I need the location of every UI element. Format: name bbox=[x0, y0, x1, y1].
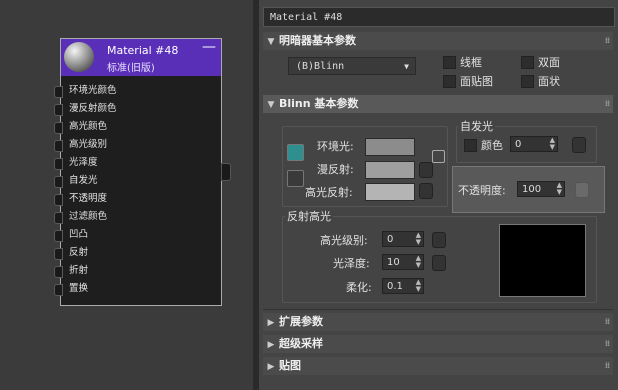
chevron-down-icon: ▼ bbox=[404, 62, 409, 71]
drag-grip-icon[interactable]: ⁞⁞ bbox=[605, 357, 610, 375]
node-slot-list: 环境光颜色 漫反射颜色 高光颜色 高光级别 光泽度 自发光 不透明度 过滤颜色 凹凸 反射 折射 置换 bbox=[54, 82, 221, 298]
diffuse-label: 漫反射: bbox=[317, 163, 354, 176]
opacity-value: 100 bbox=[522, 184, 542, 195]
self-illum-color-checkbox[interactable] bbox=[464, 139, 477, 152]
node-slot[interactable]: 光泽度 bbox=[54, 154, 221, 172]
faceted-label: 面状 bbox=[538, 75, 560, 88]
node-slot[interactable]: 凹凸 bbox=[54, 226, 221, 244]
node-slot[interactable]: 不透明度 bbox=[54, 190, 221, 208]
node-header[interactable]: Material #48 标准(旧版) — bbox=[61, 39, 221, 76]
spinner-arrows-icon[interactable]: ▲ ▼ bbox=[416, 255, 421, 269]
node-slot[interactable]: 反射 bbox=[54, 244, 221, 262]
spinner-arrows-icon[interactable]: ▲ ▼ bbox=[557, 182, 562, 196]
shader-type-select[interactable]: (B)Blinn ▼ bbox=[288, 57, 416, 75]
highlight-curve-graph bbox=[499, 224, 586, 297]
node-slot[interactable]: 高光颜色 bbox=[54, 118, 221, 136]
soften-spinner[interactable]: 0.1 ▲ ▼ bbox=[382, 278, 424, 294]
faceted-checkbox[interactable] bbox=[521, 75, 534, 88]
self-illum-color-label: 颜色 bbox=[481, 139, 503, 152]
node-slot[interactable]: 自发光 bbox=[54, 172, 221, 190]
divider bbox=[263, 309, 613, 310]
face-map-checkbox[interactable] bbox=[443, 75, 456, 88]
two-sided-checkbox[interactable] bbox=[521, 56, 534, 69]
rollout-extended[interactable]: ▶ 扩展参数 ⁞⁞ bbox=[263, 313, 613, 331]
collapse-arrow-icon: ▼ bbox=[267, 37, 275, 47]
specular-highlights-title: 反射高光 bbox=[285, 208, 333, 224]
drag-grip-icon[interactable]: ⁞⁞ bbox=[605, 313, 610, 331]
spinner-arrows-icon[interactable]: ▲ ▼ bbox=[416, 279, 421, 293]
node-slot[interactable]: 漫反射颜色 bbox=[54, 100, 221, 118]
rollout-supersampling[interactable]: ▶ 超级采样 ⁞⁞ bbox=[263, 335, 613, 353]
spec-level-spinner[interactable]: 0 ▲ ▼ bbox=[382, 231, 424, 247]
node-slot[interactable]: 高光级别 bbox=[54, 136, 221, 154]
spec-level-map-button[interactable] bbox=[432, 232, 446, 248]
spec-level-value: 0 bbox=[387, 234, 394, 245]
rollout-maps[interactable]: ▶ 贴图 ⁞⁞ bbox=[263, 357, 613, 375]
face-map-label: 面贴图 bbox=[460, 75, 493, 88]
diffuse-map-button[interactable] bbox=[419, 162, 433, 178]
node-title: Material #48 bbox=[107, 44, 179, 57]
diffuse-color-swatch[interactable] bbox=[365, 161, 415, 179]
expand-arrow-icon: ▶ bbox=[267, 318, 275, 328]
drag-grip-icon[interactable]: ⁞⁞ bbox=[605, 335, 610, 353]
rollout-label: Blinn 基本参数 bbox=[279, 97, 359, 110]
wire-label: 线框 bbox=[460, 56, 482, 69]
opacity-label: 不透明度: bbox=[458, 184, 506, 197]
node-slot[interactable]: 环境光颜色 bbox=[54, 82, 221, 100]
self-illumination-title: 自发光 bbox=[458, 118, 495, 134]
spinner-arrows-icon[interactable]: ▲ ▼ bbox=[416, 232, 421, 246]
specular-map-button[interactable] bbox=[419, 183, 433, 199]
node-slot[interactable]: 折射 bbox=[54, 262, 221, 280]
shader-type-value: (B)Blinn bbox=[296, 61, 345, 72]
lock-icon[interactable] bbox=[432, 150, 445, 163]
ambient-label: 环境光: bbox=[317, 140, 354, 153]
rollout-label: 扩展参数 bbox=[279, 315, 323, 328]
specular-color-swatch[interactable] bbox=[365, 183, 415, 201]
opacity-spinner[interactable]: 100 ▲ ▼ bbox=[517, 181, 565, 197]
node-slot[interactable]: 置换 bbox=[54, 280, 221, 298]
material-name-field[interactable]: Material #48 bbox=[263, 7, 615, 27]
specular-label: 高光反射: bbox=[305, 186, 353, 199]
material-preview-sphere bbox=[64, 42, 94, 72]
soften-label: 柔化: bbox=[346, 281, 372, 294]
glossiness-spinner[interactable]: 10 ▲ ▼ bbox=[382, 254, 424, 270]
glossiness-value: 10 bbox=[387, 257, 400, 268]
wire-checkbox[interactable] bbox=[443, 56, 456, 69]
drag-grip-icon[interactable]: ⁞⁞ bbox=[605, 95, 610, 113]
node-subtitle: 标准(旧版) bbox=[107, 63, 155, 74]
two-sided-label: 双面 bbox=[538, 56, 560, 69]
ambient-color-swatch[interactable] bbox=[365, 138, 415, 156]
spec-level-label: 高光级别: bbox=[320, 234, 368, 247]
expand-arrow-icon: ▶ bbox=[267, 340, 275, 350]
rollout-label: 贴图 bbox=[279, 359, 301, 372]
opacity-map-button[interactable] bbox=[575, 182, 589, 198]
soften-value: 0.1 bbox=[387, 281, 403, 292]
self-illum-spinner[interactable]: 0 ▲ ▼ bbox=[510, 136, 558, 152]
expand-arrow-icon: ▶ bbox=[267, 362, 275, 372]
rollout-label: 明暗器基本参数 bbox=[279, 34, 356, 47]
lock-diffuse-specular-icon[interactable] bbox=[287, 170, 304, 187]
glossiness-map-button[interactable] bbox=[432, 255, 446, 271]
node-slot[interactable]: 过滤颜色 bbox=[54, 208, 221, 226]
rollout-shader-basic[interactable]: ▼ 明暗器基本参数 ⁞⁞ bbox=[263, 32, 613, 50]
minimize-button[interactable]: — bbox=[202, 39, 216, 55]
output-socket[interactable] bbox=[221, 163, 231, 181]
collapse-arrow-icon: ▼ bbox=[267, 100, 275, 110]
drag-grip-icon[interactable]: ⁞⁞ bbox=[605, 32, 610, 50]
glossiness-label: 光泽度: bbox=[333, 257, 370, 270]
rollout-label: 超级采样 bbox=[279, 337, 323, 350]
self-illum-map-button[interactable] bbox=[572, 137, 586, 153]
rollout-blinn-basic[interactable]: ▼ Blinn 基本参数 ⁞⁞ bbox=[263, 95, 613, 113]
material-node[interactable]: Material #48 标准(旧版) — 环境光颜色 漫反射颜色 高光颜色 高光级别… bbox=[54, 38, 222, 306]
spinner-arrows-icon[interactable]: ▲ ▼ bbox=[550, 137, 555, 151]
lock-ambient-diffuse-icon[interactable] bbox=[287, 144, 304, 161]
self-illum-value: 0 bbox=[515, 139, 522, 150]
